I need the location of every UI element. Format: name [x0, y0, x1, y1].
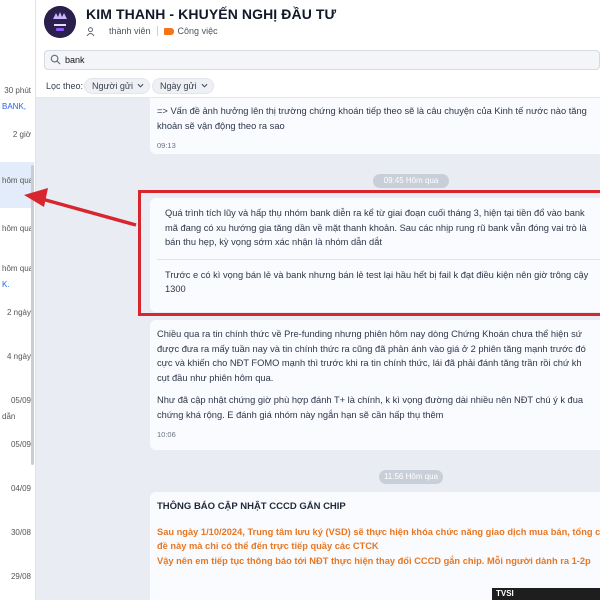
- message-text: mã đang có xu hướng gia tăng dần về mặt …: [165, 222, 587, 233]
- group-meta: thành viên Công việc: [86, 26, 218, 36]
- message-text: khoản sẽ vận động theo ra sao: [157, 120, 285, 131]
- message-text: Chiều qua ra tin chính thức về Pre-fundi…: [157, 329, 582, 339]
- tag-icon: [163, 27, 174, 35]
- date-filter-label: Ngày gửi: [160, 81, 197, 91]
- notice-text: Vậy nên em tiếp tục thông báo tới NĐT th…: [157, 555, 591, 566]
- broker-logo: TVSI: [492, 588, 600, 600]
- conversation-preview[interactable]: K.: [0, 280, 34, 289]
- message-text: cụt đầu như phiên hôm qua.: [157, 372, 274, 383]
- message-text: bán thu hẹp, kỳ vọng sớm xác nhận là nhó…: [165, 237, 382, 247]
- message-separator: [157, 258, 600, 260]
- group-avatar-logo: [44, 6, 76, 38]
- conversation-time[interactable]: 4 ngày: [0, 352, 34, 361]
- message-text: được đưa ra mấy tuần nay và tin chính th…: [157, 343, 586, 354]
- search-bar: bank: [36, 44, 600, 74]
- date-filter[interactable]: Ngày gửi: [152, 78, 214, 94]
- conversation-time[interactable]: 05/09: [0, 440, 34, 449]
- conversation-preview[interactable]: BANK,: [0, 102, 34, 111]
- notice-title: THÔNG BÁO CẬP NHẬT CCCD GẮN CHIP: [157, 501, 346, 512]
- group-avatar[interactable]: [44, 6, 76, 38]
- conversation-time[interactable]: 29/08: [0, 572, 34, 581]
- conversation-preview[interactable]: dẫn: [0, 412, 34, 421]
- conversation-time[interactable]: 30 phút: [0, 86, 34, 95]
- message-bubble[interactable]: THÔNG BÁO CẬP NHẬT CCCD GẮN CHIP Sau ngà…: [150, 492, 600, 600]
- conversation-list: 30 phút BANK, 2 giờ hôm qua hôm qua hôm …: [0, 0, 36, 600]
- notice-text: Sau ngày 1/10/2024, Trung tâm lưu ký (VS…: [157, 526, 600, 537]
- conversation-time[interactable]: hôm qua: [0, 176, 34, 185]
- message-bubble[interactable]: => Vấn đề ảnh hưởng lên thị trường chứng…: [150, 98, 600, 154]
- group-title: KIM THANH - KHUYẾN NGHỊ ĐẦU TƯ: [86, 6, 337, 22]
- date-divider: 09:45 Hôm qua: [373, 174, 449, 188]
- message-text: Quá trình tích lũy và hấp thụ nhóm bank …: [165, 208, 585, 218]
- date-divider: 11:56 Hôm qua: [379, 470, 443, 484]
- member-count-label[interactable]: thành viên: [109, 26, 151, 36]
- conversation-time[interactable]: 2 ngày: [0, 308, 34, 317]
- filter-bar: Lọc theo: Người gửi Ngày gửi: [36, 74, 600, 98]
- conversation-time[interactable]: 30/08: [0, 528, 34, 537]
- chat-header: KIM THANH - KHUYẾN NGHỊ ĐẦU TƯ thành viê…: [36, 0, 600, 44]
- conversation-time[interactable]: hôm qua: [0, 224, 34, 233]
- message-list[interactable]: => Vấn đề ảnh hưởng lên thị trường chứng…: [36, 98, 600, 600]
- message-bubble[interactable]: Quá trình tích lũy và hấp thụ nhóm bank …: [150, 198, 600, 312]
- message-bubble[interactable]: Chiều qua ra tin chính thức về Pre-fundi…: [150, 320, 600, 450]
- conversation-active-highlight[interactable]: [0, 162, 34, 208]
- message-time: 10:06: [157, 430, 176, 439]
- conversation-scrollbar[interactable]: [31, 165, 34, 465]
- sender-filter-label: Người gửi: [92, 81, 133, 91]
- message-text: Trước e có kì vọng bán lẻ và bank nhưng …: [165, 269, 589, 280]
- message-text: chứng khá rộng. E đánh giá nhóm này ngắn…: [157, 409, 444, 420]
- conversation-time[interactable]: 2 giờ: [0, 130, 34, 139]
- notice-text: đề này mà chỉ có thể đến trực tiếp quầy …: [157, 541, 379, 551]
- message-text: 1300: [165, 284, 186, 294]
- meta-divider: [156, 26, 158, 36]
- conversation-time[interactable]: hôm qua: [0, 264, 34, 273]
- chevron-down-icon: [201, 83, 208, 88]
- message-text: cực và khiến cho NĐT FOMO mạnh thì trước…: [157, 358, 582, 368]
- tag-label[interactable]: Công việc: [178, 26, 218, 36]
- conversation-time[interactable]: 05/09: [0, 396, 34, 405]
- chevron-down-icon: [137, 83, 144, 88]
- filter-label: Lọc theo:: [46, 81, 84, 91]
- search-input[interactable]: bank: [44, 50, 600, 70]
- message-text: Như đã cập nhật chứng giờ phù hợp đánh T…: [157, 395, 584, 405]
- message-time: 09:13: [157, 141, 176, 150]
- message-text: => Vấn đề ảnh hưởng lên thị trường chứng…: [157, 106, 587, 116]
- search-icon: [50, 54, 61, 65]
- sender-filter[interactable]: Người gửi: [84, 78, 150, 94]
- conversation-time[interactable]: 04/09: [0, 484, 34, 493]
- member-icon[interactable]: [86, 26, 95, 36]
